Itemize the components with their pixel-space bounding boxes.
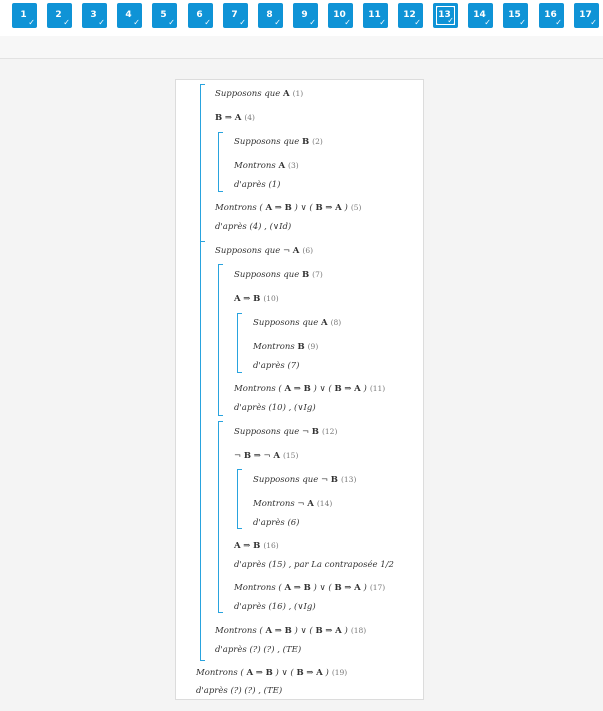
step-button-1[interactable]: 1 ✓ [12,3,37,28]
proof-line: Supposons que B (7) [234,270,323,280]
checkmark-icon: ✓ [28,18,35,27]
step-number: 7 [231,9,238,20]
proof-line: ¬ B ⇒ ¬ A (15) [234,451,299,461]
checkmark-icon: ✓ [447,16,454,25]
proof-card: Supposons que A (1) B ⇒ A (4) Supposons qu… [175,79,424,700]
step-button-11[interactable]: 11 ✓ [363,3,388,28]
proof-line: Montrons ( A ⇒ B ) ∨ ( B ⇒ A ) (11) [234,384,386,394]
step-number: 1 [20,9,27,20]
proof-line: d'après (10) , (∨Ig) [234,403,316,413]
hypothesis-bracket-A-2 [237,313,242,373]
step-button-17[interactable]: 17 ✓ [574,3,599,28]
proof-line: Montrons ( A ⇒ B ) ∨ ( B ⇒ A ) (5) [215,203,362,213]
step-button-7[interactable]: 7 ✓ [223,3,248,28]
step-button-4[interactable]: 4 ✓ [117,3,142,28]
step-button-8[interactable]: 8 ✓ [258,3,283,28]
checkmark-icon: ✓ [344,18,351,27]
proof-line: Supposons que A (1) [215,89,304,99]
hypothesis-bracket-notA [200,241,205,661]
checkmark-icon: ✓ [309,18,316,27]
proof-line: d'après (16) , (∨Ig) [234,602,316,612]
proof-line: Montrons ( A ⇒ B ) ∨ ( B ⇒ A ) (17) [234,583,386,593]
step-number: 9 [301,9,308,20]
proof-line: Montrons ¬ A (14) [253,499,333,509]
proof-line: Supposons que B (2) [234,137,323,147]
checkmark-icon: ✓ [414,18,421,27]
checkmark-icon: ✓ [168,18,175,27]
step-button-12[interactable]: 12 ✓ [398,3,423,28]
step-button-16[interactable]: 16 ✓ [539,3,564,28]
step-button-5[interactable]: 5 ✓ [152,3,177,28]
proof-line: d'après (?) (?) , (TE) [215,645,302,655]
step-button-15[interactable]: 15 ✓ [503,3,528,28]
proof-line: Montrons ( A ⇒ B ) ∨ ( B ⇒ A ) (18) [215,626,367,636]
hypothesis-bracket-B-1 [218,132,223,192]
checkmark-icon: ✓ [204,18,211,27]
proof-line: A ⇒ B (10) [234,294,279,304]
proof-line: Supposons que ¬ B (12) [234,427,338,437]
proof-line: d'après (?) (?) , (TE) [196,686,283,696]
checkmark-icon: ✓ [63,18,70,27]
step-number: 2 [55,9,62,20]
proof-line: d'après (1) [234,180,281,190]
proof-line: d'après (6) [253,518,300,528]
checkmark-icon: ✓ [555,18,562,27]
proof-line: d'après (15) , par La contraposée 1/2 [234,560,394,570]
hypothesis-bracket-B-2 [218,264,223,416]
step-button-3[interactable]: 3 ✓ [82,3,107,28]
proof-line: Montrons B (9) [253,342,319,352]
proof-line: Montrons ( A ⇒ B ) ∨ ( B ⇒ A ) (19) [196,668,348,678]
checkmark-icon: ✓ [379,18,386,27]
step-button-6[interactable]: 6 ✓ [188,3,213,28]
checkmark-icon: ✓ [274,18,281,27]
hypothesis-bracket-notB [218,421,223,613]
step-number: 4 [125,9,132,20]
step-number: 3 [90,9,97,20]
proof-line: A ⇒ B (16) [234,541,279,551]
proof-line: Supposons que A (8) [253,318,342,328]
checkmark-icon: ✓ [484,18,491,27]
step-button-9[interactable]: 9 ✓ [293,3,318,28]
hypothesis-bracket-notB-2 [237,469,242,529]
checkmark-icon: ✓ [239,18,246,27]
proof-line: B ⇒ A (4) [215,113,255,123]
checkmark-icon: ✓ [519,18,526,27]
step-navigation-bar: 1 ✓ 2 ✓ 3 ✓ 4 ✓ 5 ✓ 6 ✓ 7 ✓ 8 ✓ 9 ✓ 10 ✓ 11 ✓ 12 ✓ 13 ✓ 14 ✓ 15 ✓ 16 ✓ 1… [0,0,603,36]
hypothesis-bracket-A [200,84,205,242]
step-number: 8 [266,9,273,20]
step-button-2[interactable]: 2 ✓ [47,3,72,28]
checkmark-icon: ✓ [133,18,140,27]
toolbar-strip [0,36,603,59]
step-number: 5 [160,9,167,20]
proof-line: d'après (7) [253,361,300,371]
step-button-13[interactable]: 13 ✓ [433,3,458,28]
checkmark-icon: ✓ [98,18,105,27]
proof-line: Supposons que ¬ A (6) [215,246,314,256]
proof-line: Montrons A (3) [234,161,299,171]
step-button-14[interactable]: 14 ✓ [468,3,493,28]
checkmark-icon: ✓ [590,18,597,27]
step-number: 6 [196,9,203,20]
proof-line: Supposons que ¬ B (13) [253,475,357,485]
proof-line: d'après (4) , (∨Id) [215,222,292,232]
step-button-10[interactable]: 10 ✓ [328,3,353,28]
